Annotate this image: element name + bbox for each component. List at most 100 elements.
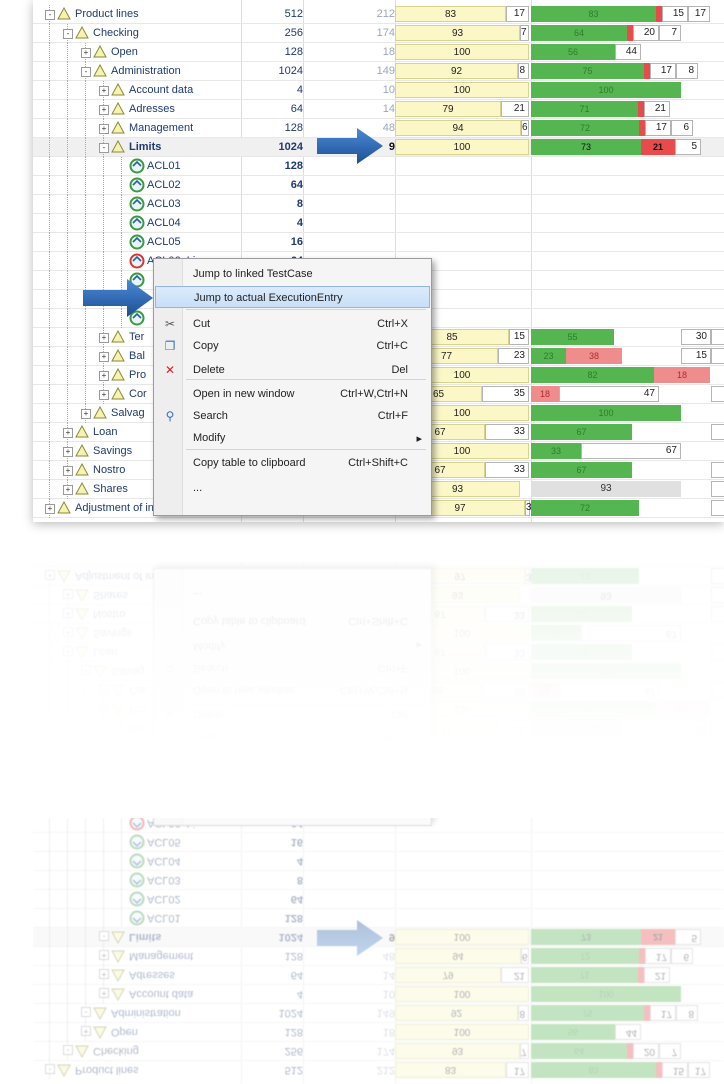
tree-guide-line — [67, 290, 68, 309]
testcase-icon — [129, 910, 145, 926]
tree-guide-line — [121, 214, 122, 233]
yellow-bar: 92 — [395, 63, 518, 79]
tree-guide-line — [103, 176, 104, 195]
count-value: 8 — [296, 198, 303, 210]
tree-guide-line — [85, 908, 86, 927]
tree-row[interactable]: ACL02 64 — [33, 889, 724, 908]
white-bar: 15 — [509, 329, 529, 345]
result-bar-row: 79 21 71 21 — [33, 100, 724, 119]
tree-row[interactable]: ACL03 8 — [33, 870, 724, 889]
white-bar: 47 — [559, 386, 659, 402]
tree-row[interactable]: ACL05 16 — [33, 233, 724, 252]
menu-item-delete[interactable]: ✕ Delete Del — [155, 359, 430, 381]
tree-guide-line — [103, 233, 104, 252]
white-bar: 5 — [675, 929, 701, 945]
search-icon: ⚲ — [165, 409, 175, 423]
menu-item-copy-table-to-clipboard[interactable]: Copy table to clipboard Ctrl+Shift+C — [155, 452, 430, 474]
tree-item-label: ACL02 — [147, 893, 181, 905]
menu-item-shortcut: Ctrl+X — [377, 318, 408, 330]
tree-cell: ACL02 — [33, 176, 241, 195]
tree-guide-line — [121, 870, 122, 889]
tree-guide-line — [49, 309, 50, 328]
tree-row[interactable]: ACL05 16 — [33, 832, 724, 851]
menu-item-copy[interactable]: ❐ Copy Ctrl+C — [155, 335, 430, 357]
pointer-arrow-icon — [83, 279, 153, 322]
menu-item-label: ... — [193, 482, 203, 494]
white-bar: 33 — [711, 462, 724, 478]
white-bar: 5 — [675, 139, 701, 155]
tree-guide-line — [49, 889, 50, 908]
green-bar: 64 — [531, 1043, 627, 1059]
menu-item-label: Jump to linked TestCase — [193, 268, 313, 280]
white-bar: 7 — [520, 1043, 529, 1059]
white-bar: 7 — [520, 25, 529, 41]
white-bar: 15 — [662, 6, 688, 22]
reflection-fade — [0, 545, 724, 818]
tree-item-label: ACL02 — [147, 179, 181, 191]
red-bar: 21 — [641, 139, 675, 155]
menu-item-search[interactable]: ⚲ Search Ctrl+F — [155, 405, 430, 427]
tree-cell: ACL05 — [33, 832, 241, 851]
tree-guide-line — [85, 851, 86, 870]
white-bar: 3 — [711, 481, 724, 497]
tree-cell: ACL05 — [33, 233, 241, 252]
tree-guide-line — [49, 851, 50, 870]
pointer-arrow-icon — [317, 128, 383, 169]
green-bar: 100 — [531, 986, 681, 1002]
tree-item-label: ACL01 — [147, 160, 181, 172]
count-value: 128 — [284, 912, 303, 924]
white-bar: 21 — [501, 101, 529, 117]
white-bar: 7 — [659, 1043, 681, 1059]
tree-row[interactable]: ACL02 64 — [33, 176, 724, 195]
yellow-bar: 100 — [395, 44, 529, 60]
yellow-bar: 100 — [395, 82, 529, 98]
menu-separator — [186, 309, 426, 310]
context-menu: Jump to linked TestCase Jump to actual Ex… — [153, 258, 432, 516]
result-bar-row: 92 8 75 17 8 — [33, 1003, 724, 1022]
green-bar: 72 — [531, 948, 639, 964]
menu-item-open-in-new-window[interactable]: Open in new window Ctrl+W,Ctrl+N — [155, 383, 430, 405]
tree-guide-line — [121, 252, 122, 271]
result-bar-row: 93 7 64 20 7 — [33, 24, 724, 43]
testcase-icon — [129, 215, 145, 231]
tree-guide-line — [121, 157, 122, 176]
green-bar: 100 — [531, 405, 681, 421]
tree-row[interactable]: ACL04 4 — [33, 214, 724, 233]
tree-guide-line — [121, 832, 122, 851]
testcase-icon — [129, 158, 145, 174]
green-bar: 73 — [531, 929, 641, 945]
testcase-icon — [129, 891, 145, 907]
scissors-icon: ✂ — [164, 317, 176, 331]
green-bar: 82 — [531, 367, 654, 383]
tree-guide-line — [103, 832, 104, 851]
tree-item-label: ACL04 — [147, 217, 181, 229]
count-value: 16 — [290, 836, 303, 848]
tree-row[interactable]: ACL03 8 — [33, 195, 724, 214]
menu-item-label: Copy table to clipboard — [193, 457, 306, 469]
yellow-bar: 93 — [395, 1043, 520, 1059]
menu-item-[interactable]: ... — [155, 477, 430, 499]
menu-item-jump-to-actual-executionentry[interactable]: Jump to actual ExecutionEntry — [155, 286, 430, 308]
tree-cell: ACL04 — [33, 214, 241, 233]
tree-guide-line — [85, 889, 86, 908]
tree-guide-line — [85, 870, 86, 889]
menu-item-label: Open in new window — [193, 388, 295, 400]
menu-item-cut[interactable]: ✂ Cut Ctrl+X — [155, 313, 430, 335]
tree-item-label: ACL05 — [147, 836, 181, 848]
tree-guide-line — [67, 908, 68, 927]
tree-guide-line — [49, 195, 50, 214]
menu-item-modify[interactable]: Modify ▸ — [155, 427, 430, 449]
tree-row[interactable]: ACL04 4 — [33, 851, 724, 870]
green-bar: 64 — [531, 25, 627, 41]
result-bar-row: 92 8 75 17 8 — [33, 62, 724, 81]
menu-item-jump-to-linked-testcase[interactable]: Jump to linked TestCase — [155, 263, 430, 285]
green-bar: 72 — [531, 120, 639, 136]
white-bar: 15 — [711, 329, 724, 345]
green-bar: 55 — [531, 329, 614, 345]
copy-icon: ❐ — [164, 339, 176, 353]
tree-guide-line — [103, 908, 104, 927]
yellow-bar: 100 — [395, 929, 529, 945]
white-bar: 20 — [633, 1043, 659, 1059]
tree-guide-line — [49, 252, 50, 271]
testcase-icon — [129, 834, 145, 850]
